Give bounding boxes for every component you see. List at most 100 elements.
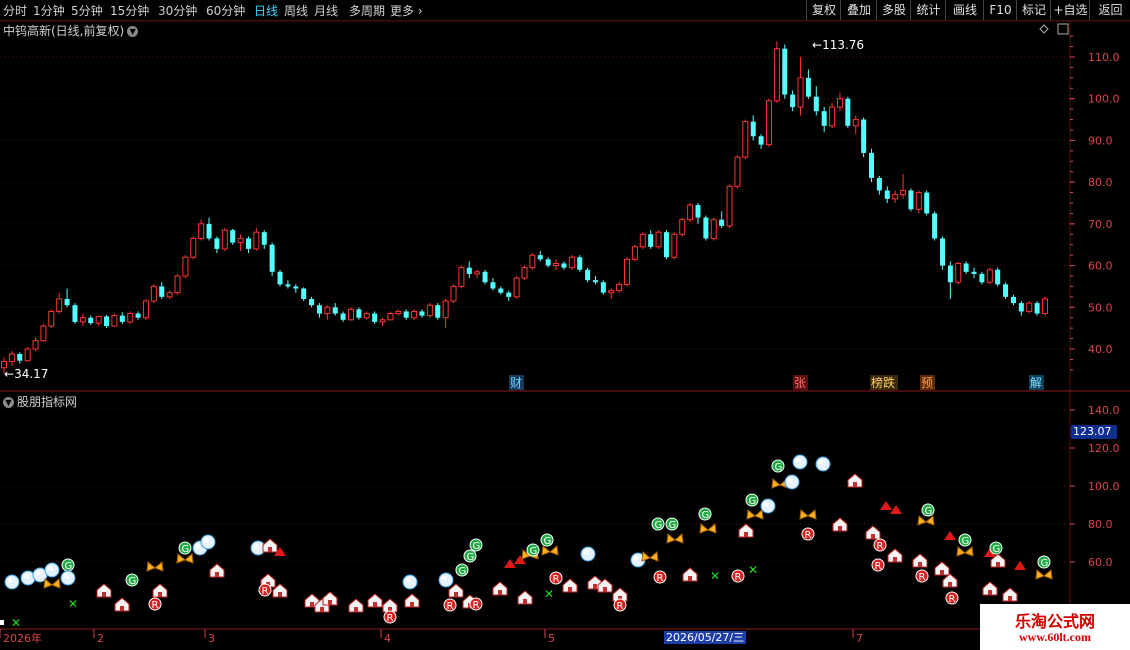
candle-body-down [537,255,543,260]
candle-body-up [631,246,638,260]
candle-body-up [79,317,86,323]
candle-body-down [72,305,78,322]
candle-body-up [915,192,922,210]
butterfly-icon [146,561,164,572]
candle-body-up [852,119,859,127]
g-badge-text: G [459,566,467,577]
bubble-icon [402,574,418,590]
period-tab-5[interactable]: 60分钟 [206,2,245,19]
butterfly-icon [1035,569,1053,580]
period-tab-1[interactable]: 1分钟 [33,2,65,19]
toolbar-button-5[interactable]: F10 [983,0,1017,20]
period-tab-9[interactable]: 多周期 [349,2,385,19]
period-tab-6[interactable]: 日线 [254,2,278,19]
candle-body-up [529,254,536,269]
candle-body-down [600,282,606,293]
candle-body-down [285,284,291,287]
bubble-icon [4,574,20,590]
candle-body-down [971,271,977,274]
toolbar-button-8[interactable]: 返回 [1089,0,1130,20]
house-icon-door [688,576,692,581]
house-icon-door [988,590,992,595]
price-tick-label: 100.0 [1088,93,1120,106]
candle-body-up [568,256,575,269]
candle-body-down [963,263,969,272]
candle-body-down [293,286,299,289]
g-badge-text: G [993,544,1001,555]
candle-body-down [908,190,914,210]
candle-body-up [450,285,457,302]
candle-body-down [498,288,504,293]
candle-body-up [411,310,418,319]
x-axis-label-0: 2026年 [3,631,42,645]
green-x-icon: ✕ [68,597,78,611]
candle-body-down [332,307,338,314]
r-badge-text: R [949,594,956,605]
bubble-icon-shine [7,577,13,583]
candle-body-down [261,232,267,245]
period-tab-4[interactable]: 30分钟 [158,2,197,19]
indicator-title-text: 股朋指标网 [17,395,78,409]
period-tab-0[interactable]: 分时 [3,2,27,19]
period-tab-2[interactable]: 5分钟 [71,2,103,19]
candle-body-up [174,275,181,294]
cursor-date-label: 2026/05/27/三 [664,631,747,644]
candle-body-up [474,271,481,275]
candle-body-up [8,353,15,363]
candle-body-down [585,269,591,281]
candle-body-up [150,285,157,302]
g-badge-text: G [530,546,538,557]
toolbar-button-4[interactable]: 画线 [945,0,984,20]
price-tick-label: 70.0 [1088,218,1113,231]
candle-body-up [324,306,331,315]
candle-body-down [782,48,788,95]
chevron-down-icon[interactable]: ▼ [3,397,14,408]
house-icon-door [838,526,842,531]
candle-body-down [758,136,764,145]
x-axis-label-5: 7 [856,632,863,645]
toolbar-button-2[interactable]: 多股 [876,0,911,20]
candle-body-up [624,258,631,285]
toolbar-button-3[interactable]: 统计 [910,0,946,20]
house-icon-door [853,482,857,487]
toolbar-button-7[interactable]: +自选 [1050,0,1090,20]
indicator-tick-label: 100.0 [1088,480,1120,493]
g-badge-text: G [544,536,552,547]
chart-canvas[interactable]: 110.0 100.0 90.0 80.0 70.0 60.0 50.0 40.0 财 张 榜跌 预 解… [0,20,1130,650]
r-badge-text: R [447,601,454,612]
candle-body-down [435,305,441,318]
candle-body-down [577,257,583,270]
bubble-icon-shine [405,577,411,583]
green-x-icon: ✕ [748,563,758,577]
period-tab-3[interactable]: 15分钟 [110,2,149,19]
candle-body-up [671,233,678,258]
candle-body-up [142,300,149,319]
candle-body-up [892,194,899,200]
candle-body-down [924,192,930,214]
candle-body-down [821,111,827,126]
indicator-title[interactable]: ▼ 股朋指标网 [3,393,77,410]
period-tab-10[interactable]: 更多 › [390,2,423,19]
candle-body-up [742,121,749,158]
maximize-icon[interactable] [1057,23,1069,35]
period-tab-8[interactable]: 月线 [314,2,338,19]
candle-body-down [995,269,1001,285]
period-tab-7[interactable]: 周线 [284,2,308,19]
g-badge-text: G [962,536,970,547]
diamond-icon[interactable] [1039,24,1049,34]
toolbar-button-6[interactable]: 标记 [1016,0,1051,20]
indicator-tick-label: 60.0 [1088,556,1113,569]
candle-body-up [773,48,780,102]
candle-body-up [1026,302,1033,312]
red-triangle-icon [880,501,892,510]
candle-body-up [955,262,962,283]
candle-body-up [513,277,520,298]
candle-body-down [490,282,496,289]
r-badge-text: R [805,530,812,541]
g-badge-text: G [473,541,481,552]
toolbar-button-0[interactable]: 复权 [806,0,841,20]
green-x-icon: ✕ [544,587,554,601]
toolbar-button-1[interactable]: 叠加 [840,0,877,20]
candle-body-down [1003,284,1009,297]
candle-body-up [553,262,560,267]
